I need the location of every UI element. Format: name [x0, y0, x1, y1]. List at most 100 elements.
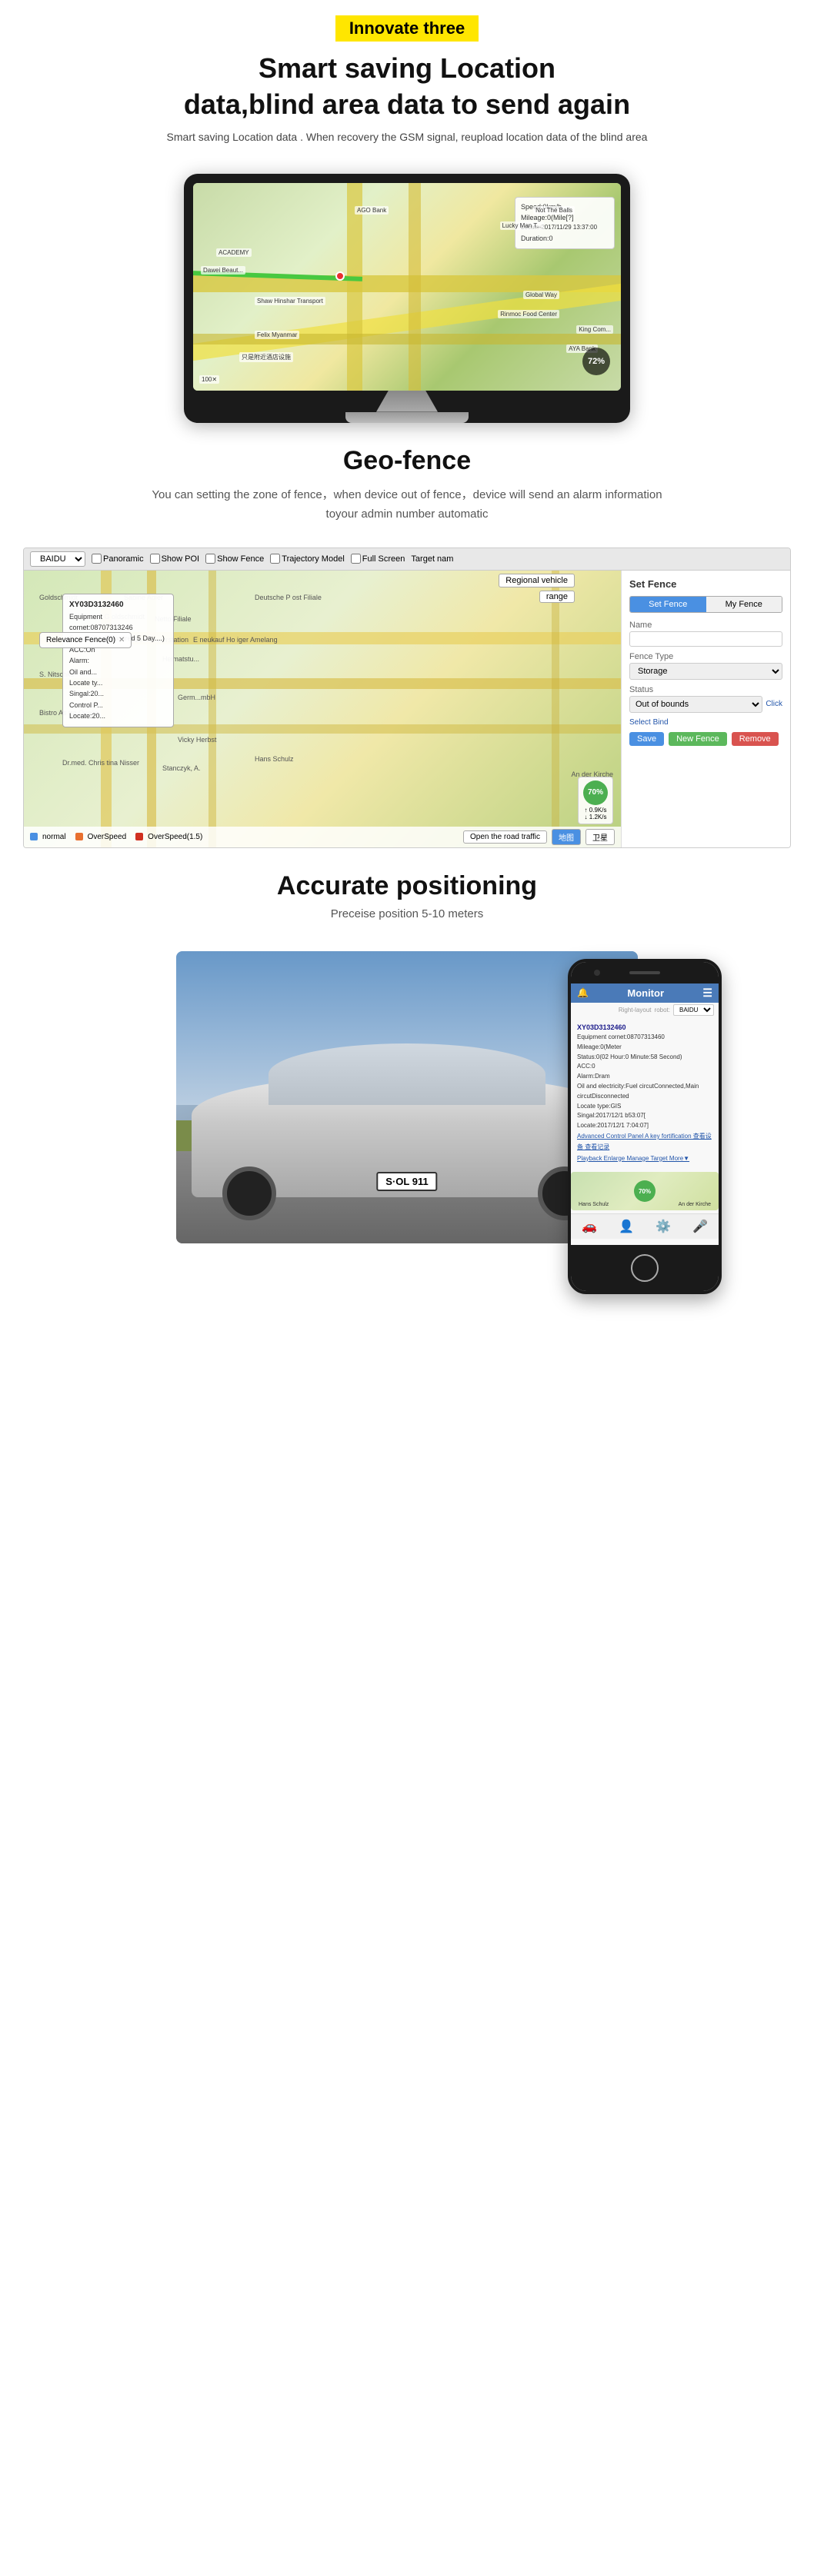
map-label-lucky: Lucky Man T...	[500, 221, 544, 230]
header-description: Smart saving Location data . When recove…	[15, 131, 799, 143]
phone-mileage: Mileage:0(Meter	[577, 1043, 712, 1053]
click-label[interactable]: Click	[766, 700, 782, 708]
mapname-germ: Germ...mbH	[178, 694, 215, 701]
relevance-fence-close[interactable]: ✕	[118, 636, 125, 644]
map-baidu-dropdown[interactable]: BAIDU	[30, 551, 85, 567]
fence-panel: Set Fence Set Fence My Fence Name Fence …	[621, 571, 790, 847]
mapname-vicky: Vicky Herbst	[178, 736, 216, 744]
map-ui-body: Goldschmidt S. Nitschke Bistro As tra Qu…	[24, 571, 790, 847]
phone-bell-icon: 🔔	[577, 987, 589, 998]
vehicle-id: XY03D3132460	[69, 599, 167, 611]
fence-type-select[interactable]: Storage	[629, 663, 782, 680]
phone-equipment: Equipment cornet:08707313460	[577, 1033, 712, 1043]
monitor-map-marker	[335, 271, 345, 281]
fence-save-btn[interactable]: Save	[629, 732, 664, 746]
geofence-title: Geo-fence	[15, 446, 799, 476]
phone-links[interactable]: Advanced Control Panel A key fortificati…	[577, 1131, 712, 1153]
monitor-wrap: Speed:0km/h Mileage:0(Mile[?] Locate:201…	[0, 166, 814, 423]
toolbar-trajectory[interactable]: Trajectory Model	[270, 554, 345, 564]
relevance-fence[interactable]: Relevance Fence(0) ✕	[39, 632, 132, 648]
toolbar-panoramic[interactable]: Panoramic	[92, 554, 144, 564]
fence-new-btn[interactable]: New Fence	[669, 732, 727, 746]
phone-locate: Locate:2017/12/1 7:04:07]	[577, 1121, 712, 1131]
fence-status-row: Out of bounds Click	[629, 696, 782, 713]
regional-vehicle-bar: Regional vehicle	[499, 574, 575, 587]
phone-home-button[interactable]	[631, 1254, 659, 1282]
map-label-ago: AGO Bank	[355, 206, 389, 215]
phone-rightlayout-label: Right-layout	[619, 1007, 652, 1013]
phone-bottom-nav: 🚗 👤 ⚙️ 🎤	[571, 1213, 719, 1239]
map-type-btn-satellite[interactable]: 卫星	[585, 829, 615, 845]
show-poi-checkbox[interactable]	[150, 554, 160, 564]
range-button[interactable]: range	[539, 591, 575, 603]
map-label-zoom: 100✕	[199, 375, 219, 384]
legend-overspeed-dot	[75, 833, 83, 840]
fence-name-label: Name	[629, 621, 782, 630]
up-speed: ↑ 0.9K/s	[585, 807, 607, 814]
toolbar-target: Target nam	[411, 554, 453, 564]
fence-status-label: Status	[629, 685, 782, 694]
map-speed-badge: 70% ↑ 0.9K/s ↓ 1.2K/s	[578, 777, 613, 824]
mapname-schulz: Hans Schulz	[255, 755, 294, 763]
monitor-outer: Speed:0km/h Mileage:0(Mile[?] Locate:201…	[184, 174, 630, 423]
phone-driver-name: Hans Schulz	[579, 1202, 609, 1207]
toolbar-show-fence[interactable]: Show Fence	[205, 554, 264, 564]
map-label-hotel: 只是附近酒店设施	[239, 352, 293, 362]
open-road-traffic-btn[interactable]: Open the road traffic	[463, 830, 547, 844]
fence-status-select[interactable]: Out of bounds	[629, 696, 762, 713]
phone-status: Status:0(02 Hour:0 Minute:58 Second)	[577, 1053, 712, 1063]
phone-links2[interactable]: Playback Enlarge Manage Target More▼	[577, 1153, 712, 1164]
map-ui-toolbar: BAIDU Panoramic Show POI Show Fence Traj…	[24, 548, 790, 571]
phone-locate-type: Locate type:GIS	[577, 1102, 712, 1112]
phone-screen: 🔔 Monitor ☰ Right-layout robot: BAIDU XY…	[571, 983, 719, 1245]
toolbar-fullscreen[interactable]: Full Screen	[351, 554, 405, 564]
map-label-not-balls: Not The Balls	[533, 206, 575, 215]
phone-camera	[594, 970, 600, 976]
section-innovate-header: Innovate three Smart saving Location dat…	[0, 0, 814, 166]
phone-menu-icon[interactable]: ☰	[702, 987, 712, 1000]
fullscreen-checkbox[interactable]	[351, 554, 361, 564]
phone-select-row: Right-layout robot: BAIDU	[571, 1003, 719, 1017]
monitor-map-bg: Speed:0km/h Mileage:0(Mile[?] Locate:201…	[193, 183, 621, 391]
fence-tab-set[interactable]: Set Fence	[630, 597, 706, 612]
fence-status-section: Status Out of bounds Click Select Bind	[629, 685, 782, 727]
phone-nav-car-icon[interactable]: 🚗	[582, 1219, 597, 1234]
map-label-felix: Felix Myanmar	[255, 331, 299, 339]
fence-name-input[interactable]	[629, 631, 782, 647]
mapname-drmed: Dr.med. Chris tina Nisser	[62, 759, 139, 767]
section-geofence: Geo-fence You can setting the zone of fe…	[0, 423, 814, 547]
phone-acc: ACC:0	[577, 1062, 712, 1072]
fence-tab-my[interactable]: My Fence	[706, 597, 782, 612]
map-label-king: King Com...	[576, 325, 613, 334]
main-title: Smart saving Location data,blind area da…	[15, 51, 799, 123]
fence-remove-btn[interactable]: Remove	[732, 732, 779, 746]
fence-type-row: Fence Type Storage	[629, 652, 782, 680]
phone-top-bar	[571, 962, 719, 983]
accurate-description: Preceise position 5-10 meters	[15, 907, 799, 920]
phone-nav-person-icon[interactable]: 👤	[619, 1219, 634, 1234]
trajectory-checkbox[interactable]	[270, 554, 280, 564]
phone-nav-mic-icon[interactable]: 🎤	[692, 1219, 708, 1234]
select-bind-label[interactable]: Select Bind	[629, 718, 782, 727]
phone-baidu-select[interactable]: BAIDU	[673, 1004, 714, 1016]
car-roof	[269, 1043, 545, 1105]
show-fence-checkbox[interactable]	[205, 554, 215, 564]
fence-panel-title: Set Fence	[629, 578, 782, 590]
phone-map-thumb: Hans Schulz An der Kirche 70%	[571, 1172, 719, 1210]
phone-vehicle-id: XY03D3132460	[577, 1022, 712, 1033]
toolbar-show-poi[interactable]: Show POI	[150, 554, 200, 564]
monitor-percentage: 72%	[582, 348, 610, 375]
map-label-global: Global Way	[523, 291, 559, 299]
accurate-title: Accurate positioning	[15, 871, 799, 901]
legend-normal-dot	[30, 833, 38, 840]
vehicle-popup: XY03D3132460 Equipment cornet:0870731324…	[62, 594, 174, 727]
map-label-dawel: Dawei Beaut...	[201, 266, 245, 275]
fence-tabs: Set Fence My Fence	[629, 596, 782, 613]
phone-nav-settings-icon[interactable]: ⚙️	[656, 1219, 671, 1234]
car-wheel-left	[222, 1167, 276, 1220]
map-type-btn-map[interactable]: 地图	[552, 829, 581, 845]
fence-name-row: Name	[629, 621, 782, 647]
mapname-eneukauf: E neukauf Ho iger Amelang	[193, 636, 278, 644]
panoramic-checkbox[interactable]	[92, 554, 102, 564]
phone-robot-label: robot:	[655, 1007, 670, 1013]
